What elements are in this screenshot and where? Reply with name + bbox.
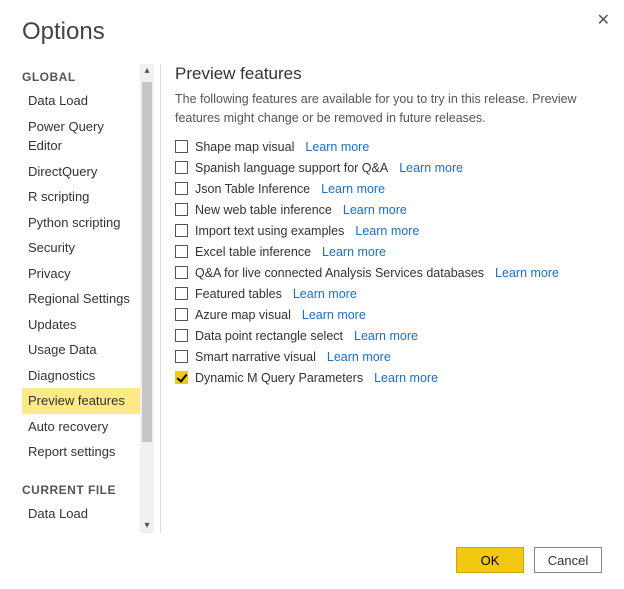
feature-row: Excel table inference Learn more: [175, 245, 602, 259]
learn-more-link[interactable]: Learn more: [322, 245, 386, 259]
learn-more-link[interactable]: Learn more: [354, 329, 418, 343]
scroll-thumb[interactable]: [142, 82, 152, 442]
feature-checkbox[interactable]: [175, 182, 188, 195]
sidebar-section-header: GLOBAL: [22, 70, 140, 84]
scroll-down-icon[interactable]: ▾: [140, 519, 154, 533]
sidebar-item[interactable]: Regional Settings: [22, 526, 140, 533]
feature-row: Json Table Inference Learn more: [175, 182, 602, 196]
sidebar-item[interactable]: Data Load: [22, 501, 140, 527]
feature-row: Smart narrative visual Learn more: [175, 350, 602, 364]
feature-checkbox[interactable]: [175, 308, 188, 321]
feature-row: Shape map visual Learn more: [175, 140, 602, 154]
sidebar-item[interactable]: Privacy: [22, 261, 140, 287]
feature-label: Featured tables: [195, 287, 282, 301]
feature-label: Q&A for live connected Analysis Services…: [195, 266, 484, 280]
learn-more-link[interactable]: Learn more: [321, 182, 385, 196]
feature-row: Azure map visual Learn more: [175, 308, 602, 322]
sidebar-item[interactable]: Regional Settings: [22, 286, 140, 312]
feature-row: Featured tables Learn more: [175, 287, 602, 301]
feature-label: Spanish language support for Q&A: [195, 161, 388, 175]
learn-more-link[interactable]: Learn more: [293, 287, 357, 301]
feature-label: Data point rectangle select: [195, 329, 343, 343]
sidebar-item[interactable]: Power Query Editor: [22, 114, 140, 159]
feature-checkbox[interactable]: [175, 371, 188, 384]
content-pane: Preview features The following features …: [175, 64, 602, 533]
sidebar-item[interactable]: Usage Data: [22, 337, 140, 363]
sidebar-item[interactable]: R scripting: [22, 184, 140, 210]
sidebar-item[interactable]: Python scripting: [22, 210, 140, 236]
feature-label: Shape map visual: [195, 140, 294, 154]
feature-checkbox[interactable]: [175, 140, 188, 153]
feature-label: Smart narrative visual: [195, 350, 316, 364]
close-icon[interactable]: ✕: [597, 10, 610, 30]
scroll-up-icon[interactable]: ▴: [140, 64, 154, 78]
feature-row: Q&A for live connected Analysis Services…: [175, 266, 602, 280]
sidebar-item[interactable]: Preview features: [22, 388, 140, 414]
learn-more-link[interactable]: Learn more: [302, 308, 366, 322]
feature-label: New web table inference: [195, 203, 332, 217]
feature-checkbox[interactable]: [175, 329, 188, 342]
feature-row: Import text using examples Learn more: [175, 224, 602, 238]
ok-button[interactable]: OK: [456, 547, 524, 573]
sidebar-item[interactable]: Updates: [22, 312, 140, 338]
feature-label: Import text using examples: [195, 224, 344, 238]
learn-more-link[interactable]: Learn more: [495, 266, 559, 280]
sidebar-scrollbar[interactable]: ▴ ▾: [140, 64, 154, 533]
learn-more-link[interactable]: Learn more: [327, 350, 391, 364]
sidebar-item[interactable]: Diagnostics: [22, 363, 140, 389]
learn-more-link[interactable]: Learn more: [305, 140, 369, 154]
sidebar-item[interactable]: Security: [22, 235, 140, 261]
feature-checkbox[interactable]: [175, 350, 188, 363]
learn-more-link[interactable]: Learn more: [374, 371, 438, 385]
learn-more-link[interactable]: Learn more: [343, 203, 407, 217]
learn-more-link[interactable]: Learn more: [355, 224, 419, 238]
feature-checkbox[interactable]: [175, 287, 188, 300]
content-title: Preview features: [175, 64, 602, 84]
dialog-title: Options: [22, 18, 602, 46]
cancel-button[interactable]: Cancel: [534, 547, 602, 573]
sidebar-item[interactable]: Report settings: [22, 439, 140, 465]
feature-checkbox[interactable]: [175, 224, 188, 237]
feature-row: Dynamic M Query Parameters Learn more: [175, 371, 602, 385]
learn-more-link[interactable]: Learn more: [399, 161, 463, 175]
feature-row: Spanish language support for Q&A Learn mo…: [175, 161, 602, 175]
feature-checkbox[interactable]: [175, 203, 188, 216]
feature-label: Azure map visual: [195, 308, 291, 322]
sidebar-item[interactable]: Auto recovery: [22, 414, 140, 440]
sidebar-item[interactable]: Data Load: [22, 88, 140, 114]
content-description: The following features are available for…: [175, 90, 602, 128]
feature-checkbox[interactable]: [175, 161, 188, 174]
feature-checkbox[interactable]: [175, 245, 188, 258]
sidebar: GLOBALData LoadPower Query EditorDirectQ…: [22, 64, 140, 533]
feature-label: Dynamic M Query Parameters: [195, 371, 363, 385]
sidebar-section-header: CURRENT FILE: [22, 483, 140, 497]
feature-checkbox[interactable]: [175, 266, 188, 279]
feature-row: New web table inference Learn more: [175, 203, 602, 217]
sidebar-item[interactable]: DirectQuery: [22, 159, 140, 185]
vertical-divider: [160, 64, 161, 533]
feature-label: Json Table Inference: [195, 182, 310, 196]
feature-row: Data point rectangle select Learn more: [175, 329, 602, 343]
feature-label: Excel table inference: [195, 245, 311, 259]
